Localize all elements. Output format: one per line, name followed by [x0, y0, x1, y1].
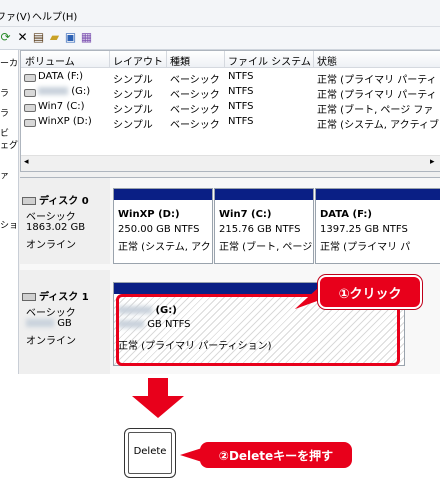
toolbar: ⟳ ✕ ▤ ▰ ▣ ▦ [0, 27, 440, 50]
folder-open-icon[interactable]: ▰ [47, 30, 62, 45]
volume-status: 正常 (プライマリ パーティ [317, 90, 437, 101]
partition-winxp[interactable]: WinXP (D:) 250.00 GB NTFS 正常 (システム, アク [113, 188, 213, 264]
volume-name: DATA (F:) [38, 71, 84, 82]
disk0-status: オンライン [26, 240, 76, 251]
partition-bar [114, 189, 212, 200]
disk1-status: オンライン [26, 336, 76, 347]
delete-key: Delete [124, 428, 176, 478]
drive-icon [24, 74, 36, 82]
volume-layout: シンプル [113, 105, 153, 116]
volume-fs: NTFS [228, 101, 254, 112]
partition-name: DATA (F:) [320, 209, 372, 220]
volume-status: 正常 (プライマリ パーティ [317, 75, 437, 86]
horizontal-scrollbar[interactable]: ◂ ▸ [21, 155, 440, 171]
partition-bar [215, 189, 313, 200]
volume-list-header: ボリューム レイアウト 種類 ファイル システム 状態 [21, 51, 440, 68]
step2-text: ②Deleteキーを押す [218, 449, 334, 463]
column-volume[interactable]: ボリューム [25, 53, 75, 68]
volume-status: 正常 (システム, アクティブ [317, 120, 440, 131]
refresh-icon[interactable]: ⟳ [0, 30, 13, 45]
volume-name: Win7 (C:) [38, 101, 85, 112]
redacted-label [38, 87, 68, 95]
column-layout[interactable]: レイアウト [113, 53, 163, 68]
disk0-size: 1863.02 GB [26, 222, 86, 233]
drive-icon [24, 89, 36, 97]
redacted-value [26, 319, 54, 327]
disk1-label[interactable]: ディスク 1 ベーシック GB オンライン [20, 270, 110, 374]
volume-layout: シンプル [113, 90, 153, 101]
volume-type: ベーシック [170, 120, 220, 131]
volume-layout: シンプル [113, 75, 153, 86]
step1-callout: ①クリック [318, 275, 422, 309]
menu-view[interactable]: ファ(V) [0, 8, 31, 23]
drive-icon [24, 104, 36, 112]
properties-icon[interactable]: ▤ [31, 30, 46, 45]
column-status[interactable]: 状態 [317, 53, 337, 68]
volume-fs: NTFS [228, 116, 254, 127]
disk1-size: GB [26, 318, 72, 329]
disk1-title: ディスク 1 [22, 288, 89, 303]
disk0-type: ベーシック [26, 212, 76, 223]
tree-item[interactable]: ショ [0, 218, 18, 231]
column-type[interactable]: 種類 [170, 53, 190, 68]
menu-help[interactable]: ヘルプ(H) [32, 8, 77, 23]
volume-fs: NTFS [228, 71, 254, 82]
callout-pointer [180, 448, 202, 462]
partition-data[interactable]: DATA (F:) 1397.25 GB NTFS 正常 (プライマリ パ [315, 188, 440, 264]
volume-type: ベーシック [170, 90, 220, 101]
step1-text: ①クリック [338, 287, 402, 302]
volume-list: ボリューム レイアウト 種類 ファイル システム 状態 DATA (F:) シン… [20, 50, 440, 172]
tree-item[interactable]: ラ [0, 106, 9, 119]
partition-size: 1397.25 GB NTFS [320, 224, 408, 235]
partition-size: 215.76 GB NTFS [219, 224, 301, 235]
navigation-tree: ーカ ラ ラ ビ ェグ ァ ショ [0, 50, 19, 374]
disk-drive-icon [22, 293, 36, 301]
volume-layout: シンプル [113, 120, 153, 131]
delete-icon[interactable]: ✕ [15, 30, 30, 45]
step2-callout: ②Deleteキーを押す [200, 442, 352, 468]
disk1-type: ベーシック [26, 308, 76, 319]
help-icon[interactable]: ▦ [79, 30, 94, 45]
volume-name: (G:) [38, 86, 90, 97]
volume-type: ベーシック [170, 75, 220, 86]
volume-status: 正常 (ブート, ページ ファ [317, 105, 434, 116]
tree-item[interactable]: ーカ [0, 56, 18, 69]
tree-item[interactable]: ェグ [0, 138, 18, 151]
scroll-right-icon[interactable]: ▸ [430, 157, 435, 167]
down-arrow-icon [132, 378, 184, 418]
table-row[interactable]: Win7 (C:) シンプル ベーシック NTFS 正常 (ブート, ページ フ… [21, 100, 440, 116]
partition-status: 正常 (ブート, ページ [219, 242, 313, 253]
disk-management-window: ファ(V) ヘルプ(H) ⟳ ✕ ▤ ▰ ▣ ▦ ーカ ラ ラ ビ ェグ ァ シ… [0, 0, 440, 374]
volume-fs: NTFS [228, 86, 254, 97]
table-row[interactable]: WinXP (D:) シンプル ベーシック NTFS 正常 (システム, アクテ… [21, 115, 440, 131]
partition-status: 正常 (プライマリ パ [320, 242, 411, 253]
partition-bar [316, 189, 440, 200]
partition-name: WinXP (D:) [118, 209, 180, 220]
table-row[interactable]: (G:) シンプル ベーシック NTFS 正常 (プライマリ パーティ [21, 85, 440, 101]
menu-bar: ファ(V) ヘルプ(H) [0, 0, 440, 27]
partition-status: 正常 (システム, アク [118, 242, 211, 253]
partition-size: 250.00 GB NTFS [118, 224, 200, 235]
disk-drive-icon [22, 197, 36, 205]
disk0-title: ディスク 0 [22, 192, 89, 207]
volume-type: ベーシック [170, 105, 220, 116]
delete-key-label: Delete [133, 446, 167, 457]
table-row[interactable]: DATA (F:) シンプル ベーシック NTFS 正常 (プライマリ パーティ [21, 70, 440, 86]
disk0-label[interactable]: ディスク 0 ベーシック 1863.02 GB オンライン [20, 178, 110, 264]
tree-item[interactable]: ァ [0, 168, 9, 181]
partition-win7[interactable]: Win7 (C:) 215.76 GB NTFS 正常 (ブート, ページ [214, 188, 314, 264]
tree-item[interactable]: ラ [0, 86, 9, 99]
scroll-left-icon[interactable]: ◂ [24, 157, 29, 167]
partition-name: Win7 (C:) [219, 209, 272, 220]
drive-icon [24, 119, 36, 127]
disk-icon[interactable]: ▣ [63, 30, 78, 45]
volume-name: WinXP (D:) [38, 116, 92, 127]
column-filesystem[interactable]: ファイル システム [228, 53, 311, 68]
